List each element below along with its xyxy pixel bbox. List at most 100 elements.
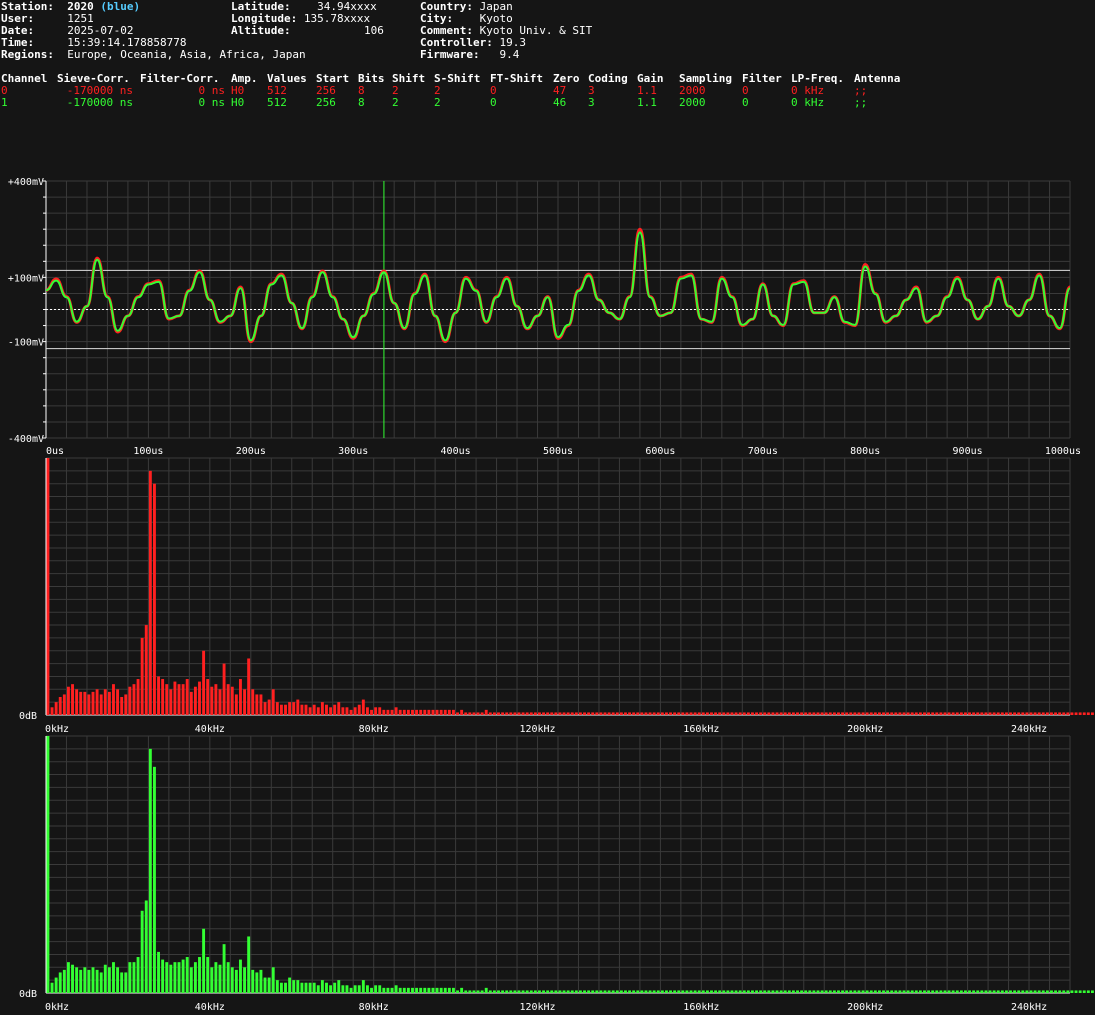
spectrum-bar-ch1 [644, 990, 648, 993]
spectrum-bar-ch0 [624, 712, 627, 715]
spectrum-bar-ch0 [144, 625, 148, 715]
spectrum-bar-ch1 [91, 967, 95, 993]
spectrum-bar-ch0 [206, 679, 210, 715]
spectrum-bar-ch0 [300, 704, 304, 715]
spectrum-bar-ch0 [75, 689, 79, 715]
spectrum-bar-ch0 [464, 712, 468, 715]
wave-x-label: 800us [850, 446, 880, 457]
spectrum-bar-ch1 [710, 990, 713, 993]
spectrum-bar-ch1 [853, 990, 857, 993]
spectrum-bar-ch0 [927, 712, 931, 715]
spectrum-bar-ch1 [714, 990, 718, 993]
spectrum-bar-ch0 [619, 712, 623, 715]
spectrum-bar-ch0 [365, 707, 369, 715]
spectrum-bar-ch0 [349, 709, 353, 715]
spectrum-bar-ch1 [378, 985, 382, 993]
spectrum-bar-ch1 [882, 990, 885, 993]
spectrum-bar-ch1 [550, 990, 554, 993]
spectrum-bar-ch0 [751, 712, 754, 715]
spectrum-bar-ch1 [603, 990, 607, 993]
spectrum-bar-ch1 [763, 990, 767, 993]
spectrum-bar-ch0 [337, 702, 341, 715]
spectrum-bar-ch1 [1009, 990, 1012, 993]
spectrum-bar-ch0 [427, 709, 431, 715]
spectrum-bar-ch1 [71, 964, 74, 993]
spectrum-bar-ch1 [791, 990, 795, 993]
spectrum-bar-ch0 [185, 679, 189, 715]
spectrum-bar-ch0 [247, 658, 251, 715]
spectrum-bar-ch1 [902, 990, 906, 993]
spectrum-x-label: 200kHz [847, 724, 883, 735]
spectrum-bar-ch0 [202, 650, 206, 715]
spectrum-bar-ch0 [693, 712, 697, 715]
spectrum-bar-ch1 [87, 969, 91, 993]
spectrum-bar-ch0 [1066, 712, 1070, 715]
spectrum-bar-ch1 [247, 936, 251, 993]
spectrum-bar-ch0 [361, 699, 365, 715]
spectrum-bar-ch0 [837, 712, 840, 715]
spectrum-bar-ch0 [267, 699, 271, 715]
spectrum-bar-ch1 [120, 972, 124, 993]
spectrum-bar-ch0 [705, 712, 709, 715]
spectrum-bar-ch0 [595, 712, 599, 715]
spectrum-bar-ch0 [439, 709, 443, 715]
spectrum-bar-ch0 [243, 689, 247, 715]
spectrum-bar-ch1 [722, 990, 726, 993]
spectrum-bar-ch1 [161, 959, 165, 993]
spectrum-bar-ch0 [877, 712, 881, 715]
spectrum-bar-ch1 [759, 990, 763, 993]
spectrum-bar-ch0 [95, 689, 99, 715]
spectrum-bar-ch1 [189, 967, 193, 993]
spectrum-bar-ch1 [599, 990, 603, 993]
spectrum-bar-ch0 [611, 712, 615, 715]
spectrum-bar-ch0 [947, 712, 951, 715]
wave-y-label: -400mV [8, 434, 44, 445]
spectrum-bar-ch0 [808, 712, 812, 715]
spectrum-bar-ch0 [378, 707, 382, 715]
spectrum-bar-ch0 [890, 712, 894, 715]
spectrum-bar-ch1 [632, 990, 636, 993]
spectrum-bar-ch0 [673, 712, 677, 715]
spectrum-bar-ch1 [218, 964, 222, 993]
spectrum-bar-ch0 [398, 709, 402, 715]
spectrum-bar-ch0 [898, 712, 902, 715]
spectrum-bar-ch1 [918, 990, 922, 993]
spectrum-bar-ch0 [325, 704, 328, 715]
spectrum-bar-ch1 [316, 985, 320, 993]
spectrum-bar-ch0 [140, 637, 144, 715]
spectrum-bar-ch0 [152, 483, 156, 715]
spectrum-bar-ch0 [775, 712, 779, 715]
spectrum-bar-ch0 [759, 712, 763, 715]
spectrum-bar-ch0 [546, 712, 550, 715]
spectrum-bar-ch1 [497, 990, 500, 993]
spectrum-bar-ch1 [824, 990, 828, 993]
spectrum-bar-ch0 [980, 712, 984, 715]
spectrum-bar-ch0 [964, 712, 967, 715]
spectrum-bar-ch1 [558, 990, 562, 993]
spectrum-bar-ch0 [804, 712, 808, 715]
spectrum-bar-ch0 [533, 712, 537, 715]
spectrum-bar-ch1 [464, 990, 468, 993]
spectrum-bar-ch1 [972, 990, 976, 993]
spectrum-bar-ch1 [570, 990, 574, 993]
spectrum-bar-ch1 [54, 977, 58, 993]
spectrum-bar-ch1 [447, 987, 451, 993]
spectrum-bar-ch0 [1021, 712, 1025, 715]
spectrum-bar-ch1 [103, 964, 107, 993]
spectrum-bar-ch1 [816, 990, 820, 993]
spectrum-bar-ch0 [263, 702, 267, 715]
spectrum-bar-ch1 [251, 969, 255, 993]
spectrum-bar-ch1 [861, 990, 865, 993]
wave-x-label: 500us [543, 446, 573, 457]
wave-x-label: 600us [645, 446, 675, 457]
spectrum-bar-ch0 [308, 707, 312, 715]
spectrum-bar-ch0 [1070, 712, 1074, 715]
spectrum-bar-ch0 [939, 712, 943, 715]
spectrum-x-label: 240kHz [1011, 1002, 1047, 1013]
spectrum-bar-ch0 [861, 712, 865, 715]
spectrum-bar-ch0 [677, 712, 681, 715]
spectrum-bar-ch1 [193, 962, 197, 993]
spectrum-bar-ch0 [353, 707, 357, 715]
spectrum-bar-ch0 [382, 709, 386, 715]
spectrum-bar-ch1 [468, 990, 472, 993]
